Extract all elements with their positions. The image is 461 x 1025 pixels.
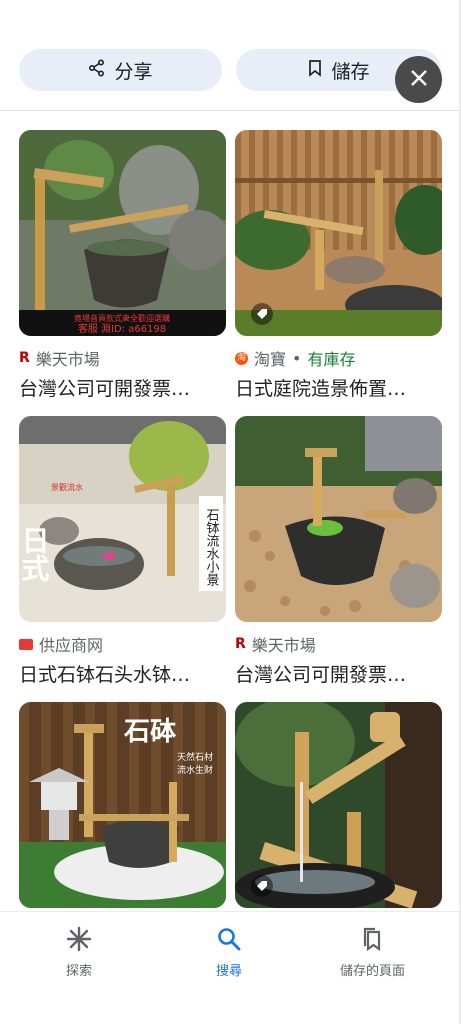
result-card[interactable]: 景觀流水 日式 石钵流水小景 供应商网 日式石钵石头水钵…: [19, 416, 226, 686]
overlay-big-text: 石砵: [123, 717, 177, 747]
result-thumbnail[interactable]: [235, 702, 442, 908]
saved-pages-icon: [360, 926, 386, 956]
source-name: 供应商网: [39, 636, 104, 655]
result-title[interactable]: 日式石钵石头水钵…: [19, 660, 226, 687]
overlay-small-text: 流水生财: [177, 764, 213, 776]
nav-search[interactable]: 搜尋: [216, 926, 242, 979]
result-title[interactable]: 台灣公司可開發票…: [19, 374, 226, 401]
stone-basin-image: 景觀流水 日式 石钵流水小景: [19, 416, 226, 622]
result-source: R 樂天市場: [19, 346, 100, 370]
sparkle-icon: [66, 926, 92, 956]
lantern-basin-image: 石砵 天然石材 流水生财: [19, 702, 226, 908]
source-name: 樂天市場: [35, 350, 100, 369]
result-title[interactable]: 台灣公司可開發票…: [235, 660, 442, 687]
share-icon: [88, 58, 106, 82]
result-thumbnail[interactable]: 竟場音頁款式衆全歡迎選購 客服 淵ID: a66198: [19, 130, 226, 336]
bamboo-fountain-image: 竟場音頁款式衆全歡迎選購 客服 淵ID: a66198: [19, 130, 226, 336]
share-button[interactable]: 分享: [19, 49, 222, 91]
supplier-icon: [19, 638, 33, 650]
overlay-vertical-text: 石钵流水小景: [204, 508, 220, 586]
nav-saved[interactable]: 儲存的頁面: [340, 926, 405, 979]
result-thumbnail[interactable]: 景觀流水 日式 石钵流水小景: [19, 416, 226, 622]
result-source: R 樂天市場: [235, 632, 316, 656]
separator: •: [292, 348, 302, 368]
save-label: 儲存: [331, 60, 370, 83]
result-card[interactable]: R 樂天市場 台灣公司可開發票…: [235, 416, 442, 686]
overlay-text: 客服 淵ID: a66198: [78, 322, 166, 335]
result-thumbnail[interactable]: [235, 416, 442, 622]
taobao-icon: 淘: [235, 351, 248, 365]
pebble-fountain-image: [235, 416, 442, 622]
nav-explore[interactable]: 探索: [66, 926, 92, 979]
close-icon: [410, 69, 428, 91]
bookmark-icon: [307, 59, 323, 82]
result-card[interactable]: [235, 702, 442, 908]
source-name: 淘寶: [254, 350, 287, 369]
nav-explore-label: 探索: [66, 964, 93, 979]
share-label: 分享: [114, 60, 153, 83]
result-thumbnail[interactable]: [235, 130, 442, 336]
close-button[interactable]: [395, 56, 442, 103]
bottom-navigation: 探索 搜尋 儲存的頁面: [0, 911, 461, 1025]
in-stock-label: 有庫存: [307, 350, 356, 369]
rakuten-icon: R: [235, 636, 246, 652]
top-action-bar: 分享 儲存: [0, 0, 461, 111]
result-title[interactable]: 日式庭院造景佈置…: [235, 374, 442, 401]
nav-search-label: 搜尋: [216, 964, 243, 979]
rakuten-icon: R: [19, 350, 30, 366]
result-card[interactable]: 淘 淘寶 • 有庫存 日式庭院造景佈置…: [235, 130, 442, 400]
result-thumbnail[interactable]: 石砵 天然石材 流水生财: [19, 702, 226, 908]
overlay-small-text: 天然石材: [177, 751, 213, 763]
overlay-big-text: 日式: [19, 526, 51, 582]
tag-icon[interactable]: [251, 303, 273, 325]
result-card[interactable]: 竟場音頁款式衆全歡迎選購 客服 淵ID: a66198 R 樂天市場 台灣公司可…: [19, 130, 226, 400]
tag-icon[interactable]: [251, 875, 273, 897]
nav-saved-label: 儲存的頁面: [340, 964, 406, 979]
result-card[interactable]: 石砵 天然石材 流水生财: [19, 702, 226, 908]
result-source: 供应商网: [19, 632, 103, 656]
overlay-small-text: 景觀流水: [51, 482, 83, 492]
source-name: 樂天市場: [251, 636, 316, 655]
search-icon: [216, 926, 242, 956]
overlay-text: 竟場音頁款式衆全歡迎選購: [74, 313, 170, 323]
result-source: 淘 淘寶 • 有庫存: [235, 346, 355, 370]
